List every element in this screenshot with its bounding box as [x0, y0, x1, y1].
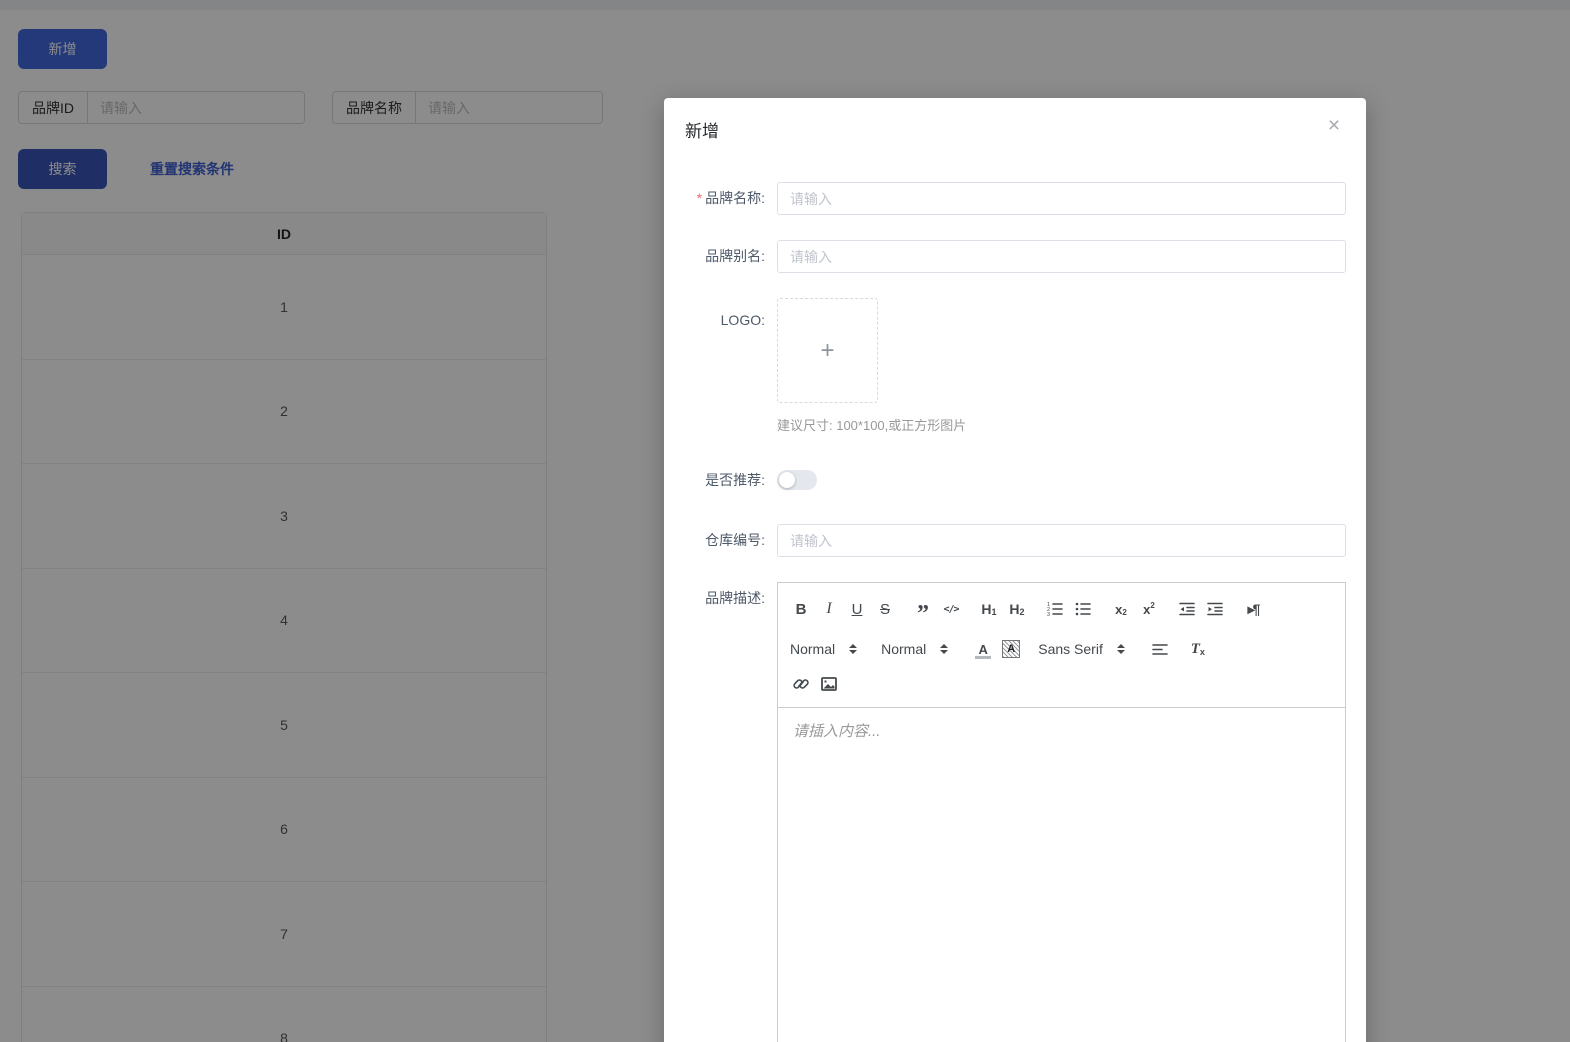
bold-icon[interactable]: B	[790, 597, 812, 621]
modal-form: *品牌名称: 品牌别名: LOGO: + 建议尺寸: 100*100,或正方形图…	[664, 182, 1366, 1042]
image-icon[interactable]	[818, 672, 840, 696]
recommend-label: 是否推荐:	[705, 472, 765, 488]
indent-icon[interactable]	[1204, 597, 1226, 621]
form-row-description: 品牌描述: B I U S ” </> H 1 H 2 1 2 3 x 2 x …	[684, 582, 1346, 1042]
toggle-knob	[779, 472, 795, 488]
editor-toolbar: B I U S ” </> H1 H2 1 2 3 x 2 x 2 ▸¶ Nor…	[778, 583, 1345, 708]
required-mark: *	[696, 190, 703, 206]
form-row-brand-name: * 品牌名称:	[684, 182, 1346, 215]
text-color-icon[interactable]: A	[972, 637, 994, 661]
superscript-icon[interactable]: x2	[1138, 597, 1160, 621]
warehouse-label: 仓库编号:	[705, 532, 765, 548]
logo-upload-box[interactable]: +	[777, 298, 878, 403]
blockquote-icon[interactable]: ”	[912, 597, 934, 626]
description-label: 品牌描述:	[705, 590, 765, 606]
form-row-recommend: 是否推荐:	[684, 470, 1346, 493]
underline-icon[interactable]: U	[846, 597, 868, 621]
brand-alias-label: 品牌别名:	[705, 248, 765, 264]
editor-placeholder: 请插入内容...	[793, 723, 881, 740]
logo-size-hint: 建议尺寸: 100*100,或正方形图片	[777, 418, 967, 433]
form-row-brand-alias: 品牌别名:	[684, 240, 1346, 273]
strikethrough-icon[interactable]: S	[874, 597, 896, 621]
add-brand-modal: 新增 × *品牌名称: 品牌别名: LOGO: + 建议尺寸: 100*100,…	[664, 98, 1366, 1042]
modal-header: 新增 ×	[664, 98, 1366, 142]
form-row-warehouse: 仓库编号:	[684, 524, 1346, 557]
header2-icon[interactable]: H2	[1006, 597, 1028, 621]
picker-arrows-icon	[849, 644, 858, 654]
editor-content[interactable]: 请插入内容...	[778, 708, 1345, 1042]
brand-name-label: * 品牌名称:	[696, 190, 765, 206]
ordered-list-icon[interactable]: 123	[1044, 597, 1066, 621]
plus-icon: +	[820, 336, 835, 364]
font-size-picker[interactable]: Normal	[881, 641, 949, 657]
brand-alias-input[interactable]	[777, 240, 1346, 273]
form-row-logo: LOGO: + 建议尺寸: 100*100,或正方形图片	[684, 298, 1346, 434]
font-family-picker[interactable]: Sans Serif	[1038, 641, 1125, 657]
picker-arrows-icon	[940, 644, 949, 654]
text-direction-icon[interactable]: ▸¶	[1242, 597, 1264, 621]
italic-icon[interactable]: I	[818, 597, 840, 621]
subscript-icon[interactable]: x2	[1110, 597, 1132, 621]
brand-name-input[interactable]	[777, 182, 1346, 215]
svg-text:3: 3	[1047, 612, 1050, 618]
link-icon[interactable]	[790, 672, 812, 696]
header1-icon[interactable]: H1	[978, 597, 1000, 621]
clear-format-icon[interactable]: Tx	[1187, 637, 1209, 661]
modal-title: 新增	[685, 122, 719, 141]
bullet-list-icon[interactable]	[1072, 597, 1094, 621]
outdent-icon[interactable]	[1176, 597, 1198, 621]
align-icon[interactable]	[1149, 637, 1171, 661]
picker-arrows-icon	[1116, 644, 1125, 654]
recommend-toggle[interactable]	[777, 470, 817, 490]
warehouse-input[interactable]	[777, 524, 1346, 557]
background-color-icon[interactable]: A	[1000, 637, 1022, 661]
code-block-icon[interactable]: </>	[940, 597, 962, 621]
logo-label: LOGO:	[720, 312, 765, 328]
rich-text-editor: B I U S ” </> H1 H2 1 2 3 x 2 x 2 ▸¶ Nor…	[777, 582, 1346, 1042]
header-format-picker[interactable]: Normal	[790, 641, 858, 657]
close-icon[interactable]: ×	[1320, 112, 1348, 140]
